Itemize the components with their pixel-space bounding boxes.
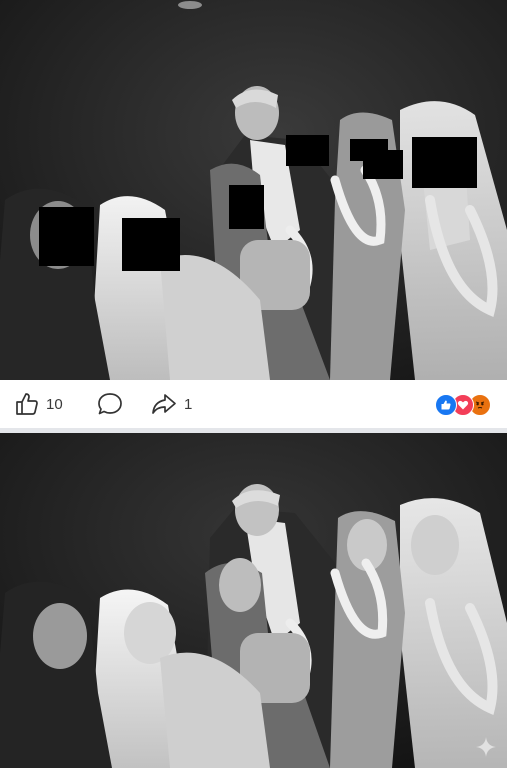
like-button[interactable]: 10 [14,391,63,417]
reaction-summary[interactable] [435,394,493,416]
share-count: 1 [184,395,193,413]
redaction-box [229,185,264,229]
share-button[interactable]: 1 [150,391,192,417]
thumbs-up-icon [14,391,40,417]
redaction-box [412,137,477,188]
like-count: 10 [46,395,63,413]
redaction-box [122,218,180,271]
sparkle-icon [475,736,497,758]
post-photo-top[interactable] [0,0,507,380]
like-reaction-icon [435,394,457,416]
redaction-box [363,150,403,179]
comment-button[interactable] [96,391,124,417]
speech-bubble-icon [96,391,124,417]
post-action-bar: 10 1 [0,380,507,428]
photo-scene-top [0,0,507,380]
photo-scene-bottom [0,433,507,768]
share-arrow-icon [150,391,178,417]
post-photo-bottom[interactable] [0,433,507,768]
redaction-box [39,207,94,266]
redaction-box [286,135,329,166]
